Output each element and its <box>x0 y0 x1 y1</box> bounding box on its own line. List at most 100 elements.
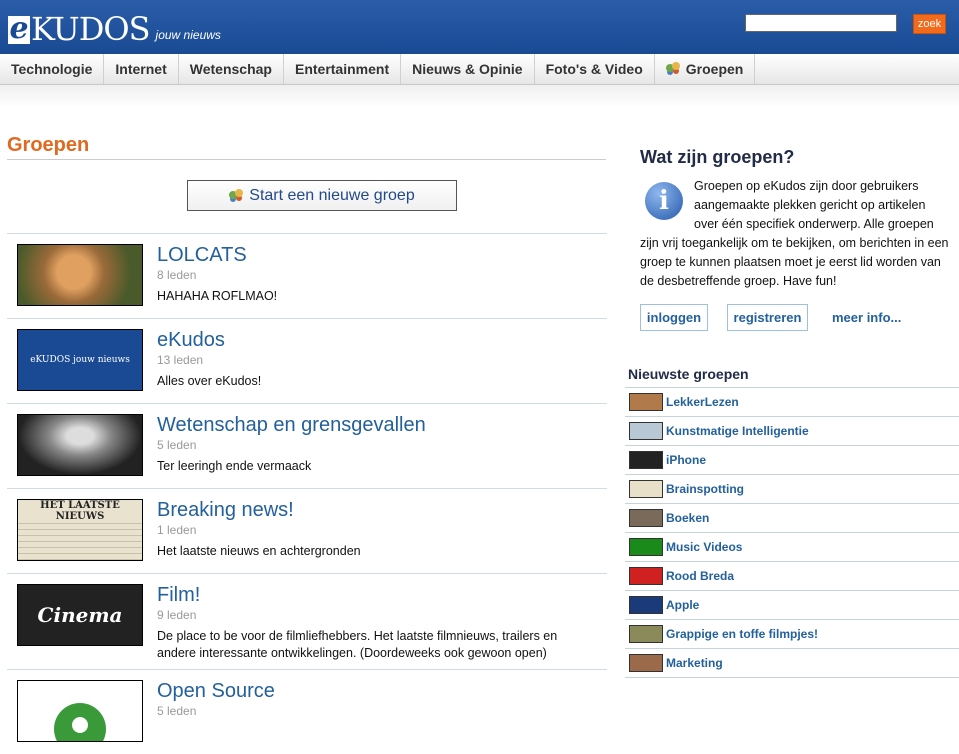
search-button[interactable]: zoek <box>913 14 946 34</box>
start-new-group-button[interactable]: Start een nieuwe groep <box>187 180 457 211</box>
newest-group-label[interactable]: Rood Breda <box>666 569 734 583</box>
info-icon: i <box>645 182 683 220</box>
group-description: Alles over eKudos! <box>157 374 262 388</box>
newest-group-thumbnail <box>629 654 663 672</box>
group-thumbnail[interactable]: HET LAATSTE NIEUWS <box>17 499 143 561</box>
group-member-count: 1 leden <box>157 523 197 537</box>
newest-group-label[interactable]: Grappige en toffe filmpjes! <box>666 627 818 641</box>
group-item: Wetenschap en grensgevallen 5 leden Ter … <box>7 403 607 488</box>
subnav-band <box>0 85 959 107</box>
nav-item-label: Nieuws & Opinie <box>412 60 523 77</box>
newest-group-label[interactable]: Music Videos <box>666 540 742 554</box>
newest-group-item[interactable]: Kunstmatige Intelligentie <box>625 417 959 446</box>
header: e KUDOS jouw nieuws zoek <box>0 0 959 54</box>
newest-group-thumbnail <box>629 538 663 556</box>
start-new-group-label: Start een nieuwe groep <box>249 186 415 204</box>
nav-item-groepen[interactable]: Groepen <box>655 54 756 84</box>
newest-group-item[interactable]: Rood Breda <box>625 562 959 591</box>
group-name[interactable]: Wetenschap en grensgevallen <box>157 414 426 437</box>
newest-group-item[interactable]: LekkerLezen <box>625 388 959 417</box>
group-name[interactable]: Open Source <box>157 680 275 703</box>
group-thumbnail-text: HET LAATSTE NIEUWS <box>18 500 142 522</box>
nav-item-technologie[interactable]: Technologie <box>0 54 105 84</box>
newest-group-item[interactable]: iPhone <box>625 446 959 475</box>
newest-groups-list: LekkerLezen Kunstmatige Intelligentie iP… <box>625 387 959 678</box>
newest-group-label[interactable]: Boeken <box>666 511 709 525</box>
group-thumbnail-text: eKUDOS jouw nieuws <box>30 355 130 365</box>
newest-group-label[interactable]: Marketing <box>666 656 723 670</box>
nav-item-label: Groepen <box>685 60 744 77</box>
newest-group-item[interactable]: Music Videos <box>625 533 959 562</box>
nav-item-label: Internet <box>115 60 167 77</box>
title-divider <box>7 159 606 160</box>
group-list: LOLCATS 8 leden HAHAHA ROFLMAO! eKUDOS j… <box>7 233 607 754</box>
logo[interactable]: e KUDOS jouw nieuws <box>8 4 221 48</box>
group-description: Ter leeringh ende vermaack <box>157 459 312 473</box>
newest-group-thumbnail <box>629 596 663 614</box>
group-thumbnail[interactable] <box>17 680 143 742</box>
group-name[interactable]: Breaking news! <box>157 499 294 522</box>
group-name[interactable]: eKudos <box>157 329 225 352</box>
newest-groups-title: Nieuwste groepen <box>628 366 749 382</box>
open-source-logo-keyhole <box>72 717 88 733</box>
logo-tagline: jouw nieuws <box>155 28 221 42</box>
group-thumbnail-text: Cinema <box>37 603 123 627</box>
search-input[interactable] <box>745 14 897 32</box>
nav-item-nieuws-opinie[interactable]: Nieuws & Opinie <box>401 54 535 84</box>
group-member-count: 9 leden <box>157 608 197 622</box>
group-item: Cinema Film! 9 leden De place to be voor… <box>7 573 607 669</box>
group-member-count: 8 leden <box>157 268 197 282</box>
page-title: Groepen <box>7 134 90 156</box>
sidebar-info-text-cont: zijn vrij toegankelijk om te bekijken, o… <box>640 236 949 288</box>
logo-e-mark: e <box>8 11 30 46</box>
logo-wordmark: KUDOS <box>31 10 151 48</box>
nav-item-internet[interactable]: Internet <box>104 54 179 84</box>
nav-item-fotos-video[interactable]: Foto's & Video <box>535 54 655 84</box>
open-source-logo-icon <box>54 703 106 741</box>
nav-item-wetenschap[interactable]: Wetenschap <box>179 54 284 84</box>
group-thumbnail[interactable] <box>17 414 143 476</box>
more-info-link[interactable]: meer info... <box>832 310 901 325</box>
nav-item-label: Foto's & Video <box>545 60 643 77</box>
main-nav: Technologie Internet Wetenschap Entertai… <box>0 54 959 85</box>
newest-group-thumbnail <box>629 567 663 585</box>
group-thumbnail[interactable] <box>17 244 143 306</box>
group-description: Het laatste nieuws en achtergronden <box>157 544 361 558</box>
group-icon <box>229 188 245 203</box>
login-button[interactable]: inloggen <box>640 304 708 331</box>
newest-group-label[interactable]: Kunstmatige Intelligentie <box>666 424 809 438</box>
newest-group-thumbnail <box>629 625 663 643</box>
group-member-count: 13 leden <box>157 353 204 367</box>
group-item: Open Source 5 leden <box>7 669 607 754</box>
group-description: HAHAHA ROFLMAO! <box>157 289 278 303</box>
newest-group-item[interactable]: Brainspotting <box>625 475 959 504</box>
nav-item-label: Entertainment <box>294 60 390 77</box>
nav-item-label: Technologie <box>11 60 93 77</box>
newest-group-label[interactable]: Apple <box>666 598 699 612</box>
group-member-count: 5 leden <box>157 438 197 452</box>
newest-group-label[interactable]: Brainspotting <box>666 482 744 496</box>
newest-group-thumbnail <box>629 393 663 411</box>
newest-group-label[interactable]: LekkerLezen <box>666 395 739 409</box>
group-thumbnail[interactable]: eKUDOS jouw nieuws <box>17 329 143 391</box>
group-item: HET LAATSTE NIEUWS Breaking news! 1 lede… <box>7 488 607 573</box>
sidebar-info-text: Groepen op eKudos zijn door gebruikers a… <box>694 179 934 231</box>
nav-item-label: Wetenschap <box>189 60 272 77</box>
group-member-count: 5 leden <box>157 704 197 718</box>
newest-group-item[interactable]: Boeken <box>625 504 959 533</box>
sidebar-title: Wat zijn groepen? <box>640 147 795 167</box>
group-thumbnail[interactable]: Cinema <box>17 584 143 646</box>
nav-item-entertainment[interactable]: Entertainment <box>284 54 402 84</box>
newest-group-item[interactable]: Marketing <box>625 649 959 678</box>
group-name[interactable]: Film! <box>157 584 200 607</box>
group-name[interactable]: LOLCATS <box>157 244 247 267</box>
newest-group-thumbnail <box>629 451 663 469</box>
group-icon <box>665 62 682 76</box>
newest-group-thumbnail <box>629 480 663 498</box>
newest-group-item[interactable]: Apple <box>625 591 959 620</box>
group-item: LOLCATS 8 leden HAHAHA ROFLMAO! <box>7 233 607 318</box>
register-button[interactable]: registreren <box>727 304 808 331</box>
group-description: De place to be voor de filmliefhebbers. … <box>157 629 558 660</box>
newest-group-label[interactable]: iPhone <box>666 453 706 467</box>
newest-group-item[interactable]: Grappige en toffe filmpjes! <box>625 620 959 649</box>
